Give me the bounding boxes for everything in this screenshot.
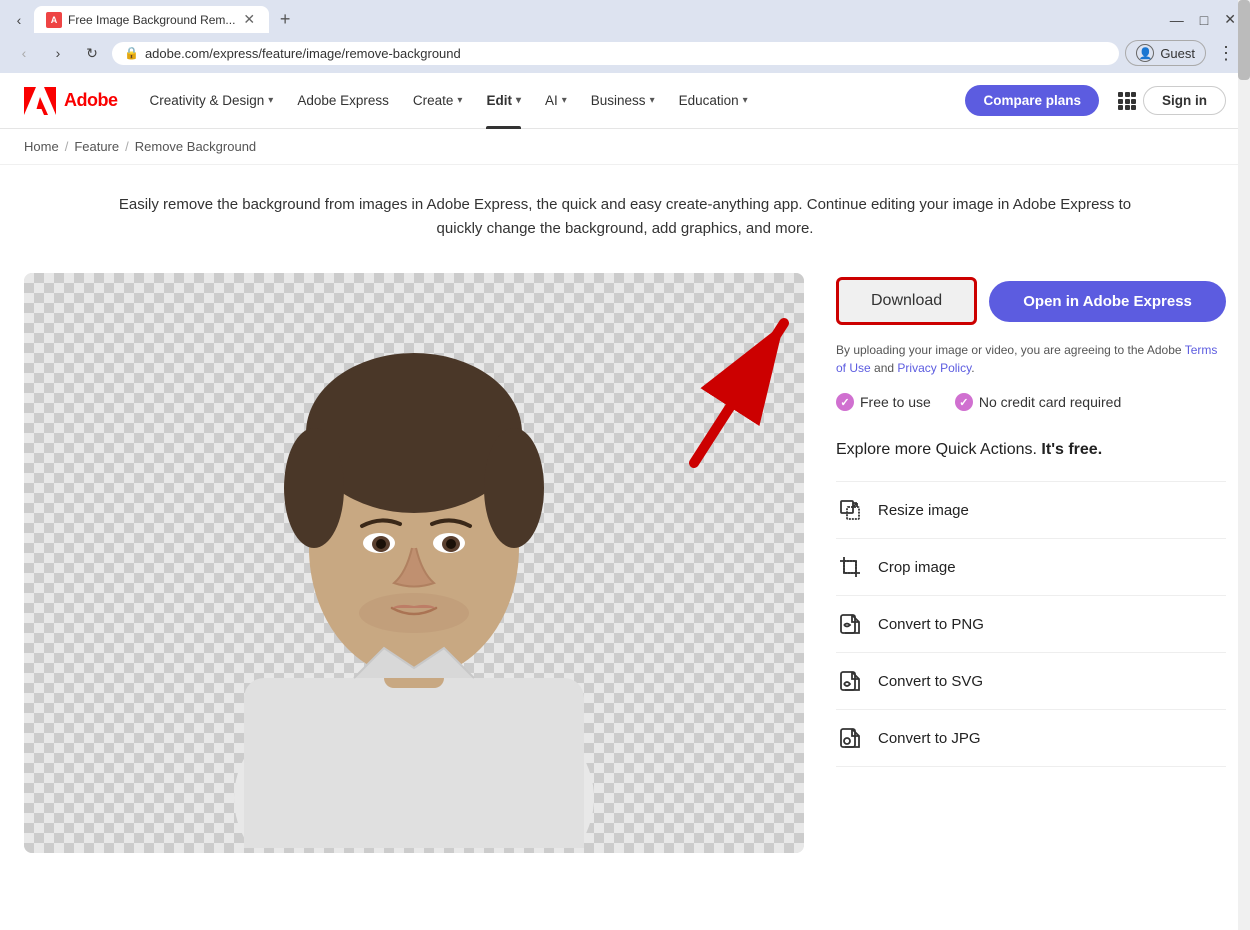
convert-svg-action[interactable]: Convert to SVG [836, 652, 1226, 709]
nav-item-creativity[interactable]: Creativity & Design ▾ [138, 73, 286, 129]
adobe-wordmark: Adobe [64, 90, 118, 111]
apps-grid-icon [1118, 92, 1136, 110]
png-icon [836, 610, 864, 638]
jpg-icon [836, 724, 864, 752]
url-text: adobe.com/express/feature/image/remove-b… [145, 46, 1107, 61]
check-icon: ✓ [955, 393, 973, 411]
chevron-down-icon: ▾ [457, 95, 462, 106]
main-nav: Adobe Creativity & Design ▾ Adobe Expres… [0, 73, 1250, 129]
download-button[interactable]: Download [836, 277, 977, 325]
convert-jpg-action[interactable]: Convert to JPG [836, 709, 1226, 767]
breadcrumb-sep-1: / [65, 139, 69, 154]
browser-toolbar: ‹ › ↻ 🔒 adobe.com/express/feature/image/… [0, 33, 1250, 73]
browser-menu-button[interactable]: ⋮ [1212, 39, 1240, 67]
apps-grid-button[interactable] [1111, 85, 1143, 117]
nav-item-create[interactable]: Create ▾ [401, 73, 475, 129]
nav-item-education[interactable]: Education ▾ [667, 73, 760, 129]
back-button[interactable]: ‹ [10, 39, 38, 67]
compare-plans-button[interactable]: Compare plans [965, 85, 1099, 116]
refresh-button[interactable]: ↻ [78, 39, 106, 67]
tab-list-button[interactable]: ‹ [8, 9, 30, 31]
profile-label: Guest [1160, 46, 1195, 61]
maximize-button[interactable]: □ [1194, 10, 1214, 30]
adobe-logo[interactable]: Adobe [24, 85, 118, 117]
scrollbar-thumb[interactable] [1238, 0, 1250, 80]
image-container [24, 273, 804, 853]
breadcrumb-feature[interactable]: Feature [74, 139, 119, 154]
chevron-down-icon: ▾ [268, 95, 273, 106]
sign-in-button[interactable]: Sign in [1143, 86, 1226, 115]
tab-favicon: A [46, 12, 62, 28]
breadcrumb-current: Remove Background [135, 139, 256, 154]
image-area [24, 273, 804, 853]
resize-image-action[interactable]: Resize image [836, 481, 1226, 538]
crop-icon [836, 553, 864, 581]
features-row: ✓ Free to use ✓ No credit card required [836, 393, 1226, 411]
browser-chrome: ‹ A Free Image Background Rem... ✕ + — □… [0, 0, 1250, 73]
nav-item-ai[interactable]: AI ▾ [533, 73, 579, 129]
nav-item-express[interactable]: Adobe Express [285, 73, 401, 129]
browser-tab[interactable]: A Free Image Background Rem... ✕ [34, 6, 269, 33]
feature-no-credit-card: ✓ No credit card required [955, 393, 1121, 411]
check-icon: ✓ [836, 393, 854, 411]
nav-item-business[interactable]: Business ▾ [579, 73, 667, 129]
person-image [184, 278, 644, 848]
explore-title: Explore more Quick Actions. It's free. [836, 439, 1226, 461]
tab-close-button[interactable]: ✕ [241, 11, 257, 28]
terms-text: By uploading your image or video, you ar… [836, 341, 1226, 377]
chevron-down-icon: ▾ [516, 95, 521, 106]
nav-item-edit[interactable]: Edit ▾ [474, 73, 533, 129]
action-buttons: Download Open in Adobe Express [836, 277, 1226, 325]
privacy-policy-link[interactable]: Privacy Policy [897, 361, 971, 375]
convert-png-action[interactable]: Convert to PNG [836, 595, 1226, 652]
breadcrumb: Home / Feature / Remove Background [0, 129, 1250, 165]
new-tab-button[interactable]: + [273, 8, 297, 32]
nav-items: Creativity & Design ▾ Adobe Express Crea… [138, 73, 954, 129]
minimize-button[interactable]: — [1164, 10, 1190, 30]
address-bar[interactable]: 🔒 adobe.com/express/feature/image/remove… [112, 42, 1119, 65]
page-content: Adobe Creativity & Design ▾ Adobe Expres… [0, 73, 1250, 893]
main-section: Download Open in Adobe Express By upload… [0, 257, 1250, 893]
resize-icon [836, 496, 864, 524]
breadcrumb-sep-2: / [125, 139, 129, 154]
breadcrumb-home[interactable]: Home [24, 139, 59, 154]
scrollbar[interactable] [1238, 0, 1250, 930]
svg-icon [836, 667, 864, 695]
quick-actions-list: Resize image Crop image [836, 481, 1226, 767]
forward-button[interactable]: › [44, 39, 72, 67]
hero-description: Easily remove the background from images… [75, 165, 1175, 257]
chevron-down-icon: ▾ [743, 95, 748, 106]
chevron-down-icon: ▾ [562, 95, 567, 106]
open-in-adobe-express-button[interactable]: Open in Adobe Express [989, 281, 1226, 322]
feature-free-to-use: ✓ Free to use [836, 393, 931, 411]
lock-icon: 🔒 [124, 46, 139, 60]
chevron-down-icon: ▾ [650, 95, 655, 106]
profile-icon: 👤 [1136, 44, 1154, 62]
tab-title: Free Image Background Rem... [68, 13, 235, 27]
crop-image-action[interactable]: Crop image [836, 538, 1226, 595]
adobe-logo-svg [24, 85, 56, 117]
right-panel: Download Open in Adobe Express By upload… [836, 273, 1226, 767]
profile-button[interactable]: 👤 Guest [1125, 40, 1206, 66]
